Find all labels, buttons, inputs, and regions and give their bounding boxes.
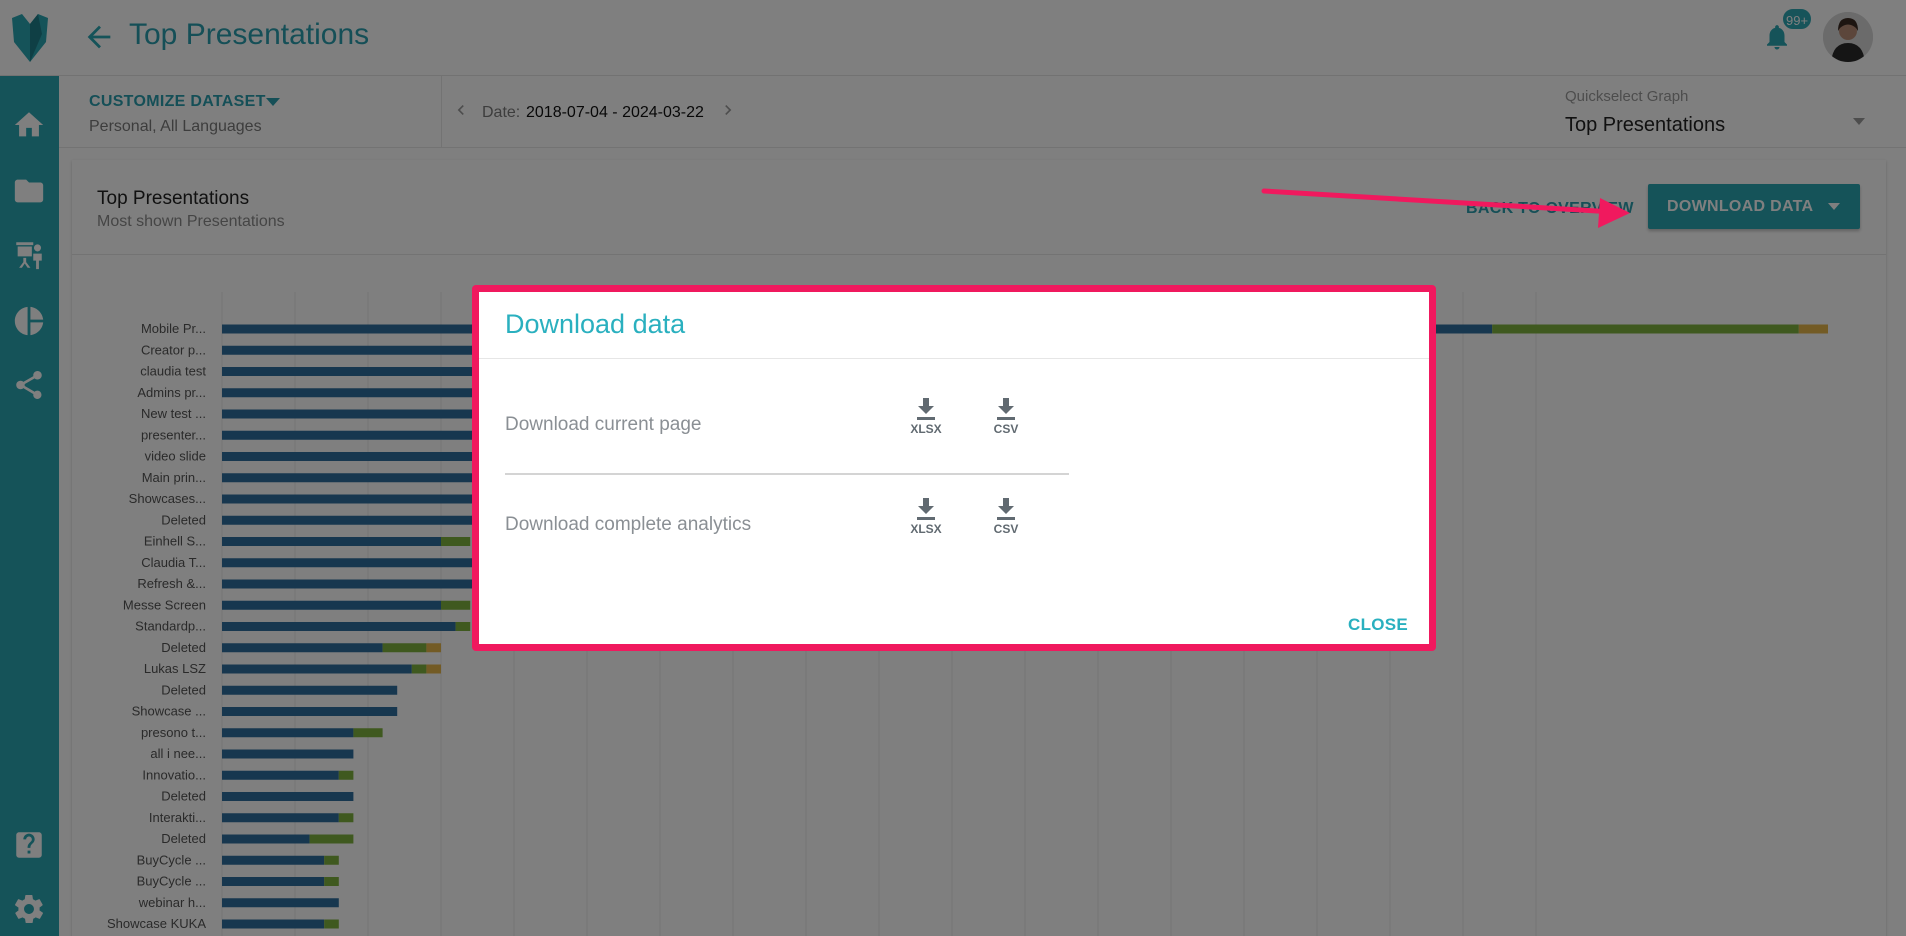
- download-icon: [997, 498, 1015, 520]
- dialog-title: Download data: [505, 309, 686, 339]
- xlsx-label: XLSX: [910, 522, 942, 536]
- download-icon: [917, 398, 935, 420]
- download-current-xlsx-button[interactable]: XLSX: [906, 398, 946, 440]
- divider: [479, 358, 1429, 359]
- csv-label: CSV: [993, 422, 1019, 436]
- download-complete-analytics-label: Download complete analytics: [505, 514, 752, 535]
- xlsx-label: XLSX: [910, 422, 942, 436]
- download-icon: [997, 398, 1015, 420]
- download-complete-xlsx-button[interactable]: XLSX: [906, 498, 946, 540]
- divider: [505, 473, 1069, 475]
- download-current-page-label: Download current page: [505, 414, 702, 435]
- csv-label: CSV: [993, 522, 1019, 536]
- download-complete-csv-button[interactable]: CSV: [986, 498, 1026, 540]
- download-icon: [917, 498, 935, 520]
- download-current-csv-button[interactable]: CSV: [986, 398, 1026, 440]
- close-button[interactable]: CLOSE: [1348, 615, 1408, 635]
- download-data-dialog: Download data Download current page XLSX…: [472, 285, 1436, 651]
